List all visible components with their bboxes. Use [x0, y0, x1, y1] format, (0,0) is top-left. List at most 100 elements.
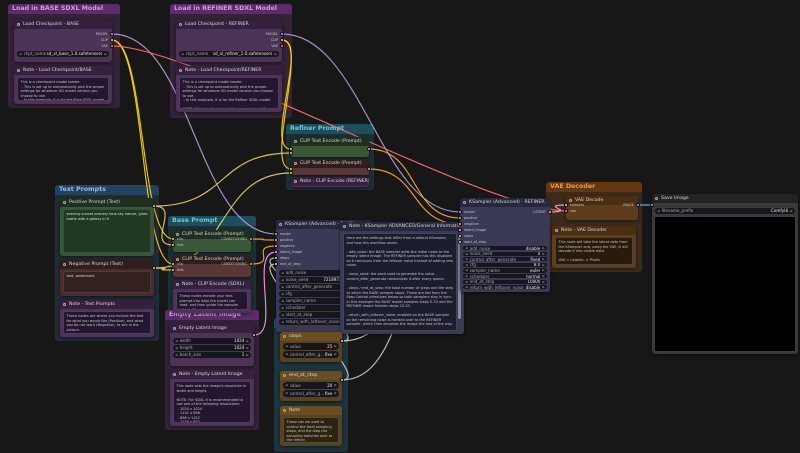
node-vae-decode[interactable]: VAE DecodesamplesvaeIMAGE [566, 196, 638, 220]
decrement-icon[interactable]: ◀ [465, 280, 468, 284]
ksampler-refiner-widget-value[interactable]: disable [526, 246, 541, 250]
decrement-icon[interactable]: ◀ [285, 344, 288, 348]
load-checkpoint-refiner-collapse-icon[interactable] [179, 23, 182, 26]
group-title-load-refiner[interactable]: Load in REFINER SDXL Model [170, 4, 292, 14]
increment-icon[interactable]: ▶ [334, 352, 337, 356]
save-image-collapse-icon[interactable] [655, 197, 658, 200]
note-load-checkpoint-refiner-note-text[interactable]: This is a checkpoint model loader. - Thi… [179, 77, 279, 109]
clip-encode-base-positive-output-CONDITIONING-port[interactable] [249, 237, 253, 241]
increment-icon[interactable]: ▶ [542, 257, 545, 261]
empty-latent-image-collapse-icon[interactable] [173, 327, 176, 330]
vae-decode-input-samples-port[interactable] [564, 203, 568, 207]
decrement-icon[interactable]: ◀ [281, 271, 284, 275]
empty-latent-image-widget-width[interactable]: ◀width1024▶ [173, 338, 251, 344]
graph-canvas[interactable]: Load in BASE SDXL ModelLoad in REFINER S… [0, 0, 800, 453]
note-step-control-collapse-icon[interactable] [283, 409, 286, 412]
ksampler-base-input-end_at_step-port[interactable] [274, 262, 278, 266]
note-step-control-note-text[interactable]: These can be used to control the total s… [283, 417, 339, 443]
increment-icon[interactable]: ▶ [790, 209, 793, 213]
decrement-icon[interactable]: ◀ [285, 352, 288, 356]
increment-icon[interactable]: ▶ [104, 52, 107, 56]
node-note-load-checkpoint-refiner[interactable]: Note - Load Checkpoint/REFINERThis is a … [176, 66, 282, 112]
node-note-empty-latent-image[interactable]: Note - Empty Latent ImageThis node sets … [170, 370, 254, 426]
ksampler-refiner-widget-sampler_name[interactable]: ◀sampler_nameeuler▶ [463, 268, 547, 272]
decrement-icon[interactable]: ◀ [465, 252, 468, 256]
ksampler-base-input-steps-port[interactable] [274, 256, 278, 260]
end-at-step-primitive-widget-value[interactable]: ◀value20▶ [283, 382, 339, 389]
empty-latent-image-widget-value[interactable]: 1 [242, 352, 245, 357]
ksampler-refiner-widget-value[interactable]: disable [526, 285, 541, 289]
save-image-widget-filename_prefix[interactable]: ◀filename_prefixComfyUI▶ [655, 208, 795, 214]
note-step-control-header[interactable]: Note [280, 406, 342, 415]
load-checkpoint-refiner-widget-value[interactable]: sd_xl_refiner_1.0.safetensors [213, 51, 273, 56]
decrement-icon[interactable]: ◀ [657, 209, 660, 213]
decrement-icon[interactable]: ◀ [281, 306, 284, 310]
clip-encode-refiner-positive-collapse-icon[interactable] [294, 140, 297, 143]
ksampler-refiner-widget-value[interactable]: 8.0 [534, 263, 541, 267]
ksampler-refiner-widget-value[interactable]: fixed [530, 257, 540, 261]
increment-icon[interactable]: ▶ [542, 268, 545, 272]
ksampler-refiner-input-negative-port[interactable] [458, 222, 462, 226]
load-checkpoint-base-widget-value[interactable]: sd_xl_base_1.0.safetensors [47, 51, 103, 56]
node-clip-encode-base-negative[interactable]: CLIP Text Encode (Prompt)cliptextCONDITI… [173, 255, 251, 277]
clip-encode-base-positive-input-text-port[interactable] [171, 243, 175, 247]
node-negative-prompt[interactable]: Negative Prompt (Text)text, watermark [60, 260, 154, 296]
vae-decode-output-IMAGE-port[interactable] [636, 203, 640, 207]
clip-encode-refiner-negative-header[interactable]: CLIP Text Encode (Prompt) [291, 159, 369, 168]
node-empty-latent-image[interactable]: Empty Latent Image◀width1024▶◀height1024… [170, 324, 254, 366]
steps-primitive-header[interactable]: steps [280, 332, 342, 341]
load-checkpoint-refiner-output-VAE-port[interactable] [280, 44, 284, 48]
load-checkpoint-base-output-CLIP-port[interactable] [110, 38, 114, 42]
node-note-step-control[interactable]: Note These can be used to control the tot… [280, 406, 342, 446]
ksampler-base-collapse-icon[interactable] [279, 223, 282, 226]
note-vae-decoder-note-text[interactable]: This node will take the latent data from… [555, 237, 633, 265]
ksampler-refiner-input-model-port[interactable] [458, 210, 462, 214]
empty-latent-image-widget-height[interactable]: ◀height1024▶ [173, 345, 251, 351]
save-image-input-images-port[interactable] [650, 203, 654, 207]
decrement-icon[interactable]: ◀ [465, 285, 468, 289]
clip-encode-base-negative-input-text-port[interactable] [171, 268, 175, 272]
decrement-icon[interactable]: ◀ [281, 299, 284, 303]
negative-prompt-collapse-icon[interactable] [63, 263, 66, 266]
note-ksampler-advanced-collapse-icon[interactable] [343, 225, 346, 228]
clip-encode-refiner-negative-output-CONDITIONING-port[interactable] [367, 167, 371, 171]
ksampler-base-input-negative-port[interactable] [274, 244, 278, 248]
positive-prompt-header[interactable]: Positive Prompt (Text) [60, 198, 154, 207]
decrement-icon[interactable]: ◀ [465, 246, 468, 250]
ksampler-refiner-widget-value[interactable]: 0 [538, 252, 541, 256]
end-at-step-primitive-collapse-icon[interactable] [283, 374, 286, 377]
load-checkpoint-base-widget-ckpt_name[interactable]: ◀ckpt_namesd_xl_base_1.0.safetensors▶ [17, 51, 109, 57]
steps-primitive-collapse-icon[interactable] [283, 335, 286, 338]
note-vae-decoder-collapse-icon[interactable] [555, 229, 558, 232]
clip-encode-base-positive-input-clip-port[interactable] [171, 237, 175, 241]
end-at-step-primitive-widget-control_after_generate[interactable]: ◀control_after_generatefixed▶ [283, 390, 339, 397]
node-positive-prompt[interactable]: Positive Prompt (Text) evening sunset sce… [60, 198, 154, 256]
node-note-text-prompts[interactable]: Note - Text PromptsThese nodes are where… [60, 300, 154, 337]
node-steps-primitive[interactable]: steps◀value25▶◀control_after_generatefix… [280, 332, 342, 362]
note-clip-encode-sdxl-header[interactable]: Note - CLIP Encode (SDXL) [173, 280, 251, 289]
decrement-icon[interactable]: ◀ [465, 257, 468, 261]
positive-prompt-textarea[interactable]: evening sunset scenery blue sky nature, … [63, 209, 151, 253]
note-clip-encode-refiner-collapse-icon[interactable] [294, 180, 297, 183]
ksampler-refiner-widget-control_after_generate[interactable]: ◀control_after_generatefixed▶ [463, 257, 547, 261]
group-title-vae-decoder[interactable]: VAE Decoder [546, 182, 642, 192]
vae-decode-collapse-icon[interactable] [569, 199, 572, 202]
group-title-base-prompt[interactable]: Base Prompt [168, 216, 256, 226]
node-load-checkpoint-base[interactable]: Load Checkpoint - BASE◀ckpt_namesd_xl_ba… [14, 20, 112, 62]
note-text-prompts-note-text[interactable]: These nodes are where you include the te… [63, 311, 151, 334]
increment-icon[interactable]: ▶ [542, 274, 545, 278]
clip-encode-base-negative-output-CONDITIONING-port[interactable] [249, 262, 253, 266]
node-ksampler-refiner[interactable]: KSampler (Advanced) - REFINER◀add_noised… [460, 198, 550, 292]
decrement-icon[interactable]: ◀ [175, 353, 178, 357]
load-checkpoint-refiner-output-CLIP-port[interactable] [280, 38, 284, 42]
ksampler-refiner-widget-return_with_leftover_noise[interactable]: ◀return_with_leftover_noisedisable▶ [463, 285, 547, 289]
increment-icon[interactable]: ▶ [274, 52, 277, 56]
steps-primitive-widget-value[interactable]: ◀value25▶ [283, 343, 339, 350]
positive-prompt-output-TEXT-port[interactable] [152, 204, 156, 208]
note-clip-encode-refiner-header[interactable]: Note - CLIP Encode (REFINER) [291, 177, 369, 186]
load-checkpoint-base-output-VAE-port[interactable] [110, 44, 114, 48]
note-vae-decoder-header[interactable]: Note - VAE Decoder [552, 226, 636, 235]
increment-icon[interactable]: ▶ [542, 263, 545, 267]
ksampler-refiner-input-start_at_step-port[interactable] [458, 240, 462, 244]
clip-encode-refiner-negative-input-text-port[interactable] [289, 171, 293, 175]
